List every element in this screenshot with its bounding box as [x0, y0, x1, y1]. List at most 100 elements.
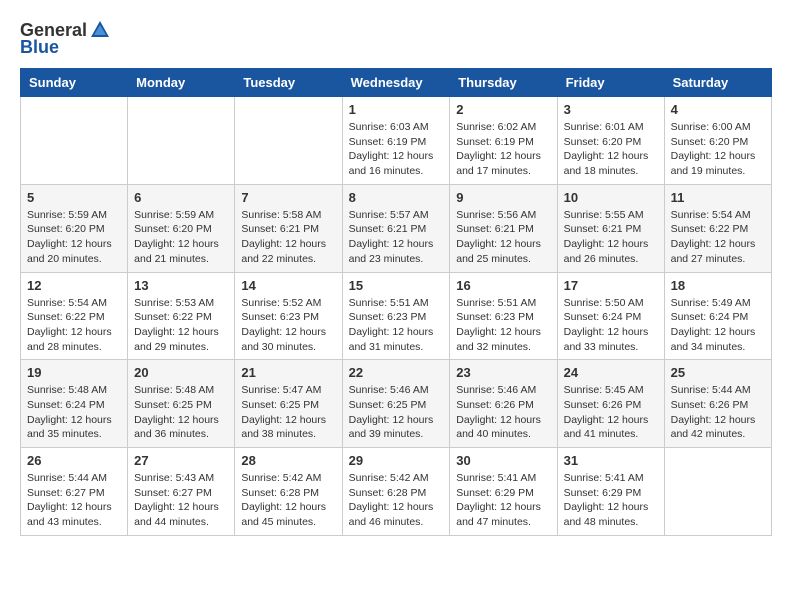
daylight-text: Daylight: 12 hours and 42 minutes. [671, 414, 756, 441]
day-number: 14 [241, 278, 335, 293]
sunset-text: Sunset: 6:19 PM [456, 136, 534, 148]
sunrise-text: Sunrise: 5:42 AM [241, 472, 321, 484]
sunset-text: Sunset: 6:21 PM [349, 223, 427, 235]
daylight-text: Daylight: 12 hours and 48 minutes. [564, 501, 649, 528]
sunrise-text: Sunrise: 6:03 AM [349, 121, 429, 133]
calendar-cell: 6 Sunrise: 5:59 AM Sunset: 6:20 PM Dayli… [128, 184, 235, 272]
sunset-text: Sunset: 6:23 PM [456, 311, 534, 323]
calendar-week-row: 1 Sunrise: 6:03 AM Sunset: 6:19 PM Dayli… [21, 97, 772, 185]
sunset-text: Sunset: 6:20 PM [134, 223, 212, 235]
sunset-text: Sunset: 6:25 PM [241, 399, 319, 411]
day-info: Sunrise: 5:46 AM Sunset: 6:26 PM Dayligh… [456, 383, 550, 442]
calendar-cell: 14 Sunrise: 5:52 AM Sunset: 6:23 PM Dayl… [235, 272, 342, 360]
sunrise-text: Sunrise: 5:47 AM [241, 384, 321, 396]
calendar-cell: 29 Sunrise: 5:42 AM Sunset: 6:28 PM Dayl… [342, 448, 450, 536]
day-info: Sunrise: 5:44 AM Sunset: 6:26 PM Dayligh… [671, 383, 765, 442]
daylight-text: Daylight: 12 hours and 38 minutes. [241, 414, 326, 441]
sunset-text: Sunset: 6:27 PM [27, 487, 105, 499]
calendar-week-row: 26 Sunrise: 5:44 AM Sunset: 6:27 PM Dayl… [21, 448, 772, 536]
calendar-cell: 1 Sunrise: 6:03 AM Sunset: 6:19 PM Dayli… [342, 97, 450, 185]
sunset-text: Sunset: 6:28 PM [241, 487, 319, 499]
calendar-cell: 30 Sunrise: 5:41 AM Sunset: 6:29 PM Dayl… [450, 448, 557, 536]
sunset-text: Sunset: 6:26 PM [564, 399, 642, 411]
sunrise-text: Sunrise: 5:43 AM [134, 472, 214, 484]
sunrise-text: Sunrise: 5:41 AM [564, 472, 644, 484]
day-info: Sunrise: 5:47 AM Sunset: 6:25 PM Dayligh… [241, 383, 335, 442]
day-info: Sunrise: 5:50 AM Sunset: 6:24 PM Dayligh… [564, 296, 658, 355]
calendar-cell: 3 Sunrise: 6:01 AM Sunset: 6:20 PM Dayli… [557, 97, 664, 185]
calendar-cell: 4 Sunrise: 6:00 AM Sunset: 6:20 PM Dayli… [664, 97, 771, 185]
calendar-cell [664, 448, 771, 536]
day-info: Sunrise: 5:56 AM Sunset: 6:21 PM Dayligh… [456, 208, 550, 267]
column-header-sunday: Sunday [21, 69, 128, 97]
daylight-text: Daylight: 12 hours and 40 minutes. [456, 414, 541, 441]
daylight-text: Daylight: 12 hours and 16 minutes. [349, 150, 434, 177]
sunset-text: Sunset: 6:24 PM [564, 311, 642, 323]
day-number: 24 [564, 365, 658, 380]
sunset-text: Sunset: 6:29 PM [456, 487, 534, 499]
day-number: 31 [564, 453, 658, 468]
column-header-friday: Friday [557, 69, 664, 97]
sunset-text: Sunset: 6:26 PM [671, 399, 749, 411]
daylight-text: Daylight: 12 hours and 28 minutes. [27, 326, 112, 353]
sunset-text: Sunset: 6:28 PM [349, 487, 427, 499]
day-info: Sunrise: 6:02 AM Sunset: 6:19 PM Dayligh… [456, 120, 550, 179]
day-info: Sunrise: 5:57 AM Sunset: 6:21 PM Dayligh… [349, 208, 444, 267]
column-header-tuesday: Tuesday [235, 69, 342, 97]
sunrise-text: Sunrise: 6:02 AM [456, 121, 536, 133]
day-info: Sunrise: 5:55 AM Sunset: 6:21 PM Dayligh… [564, 208, 658, 267]
calendar-cell [235, 97, 342, 185]
calendar-cell: 7 Sunrise: 5:58 AM Sunset: 6:21 PM Dayli… [235, 184, 342, 272]
day-info: Sunrise: 5:45 AM Sunset: 6:26 PM Dayligh… [564, 383, 658, 442]
daylight-text: Daylight: 12 hours and 34 minutes. [671, 326, 756, 353]
calendar-header-row: SundayMondayTuesdayWednesdayThursdayFrid… [21, 69, 772, 97]
day-number: 15 [349, 278, 444, 293]
sunrise-text: Sunrise: 6:00 AM [671, 121, 751, 133]
daylight-text: Daylight: 12 hours and 32 minutes. [456, 326, 541, 353]
sunrise-text: Sunrise: 5:54 AM [671, 209, 751, 221]
day-info: Sunrise: 5:53 AM Sunset: 6:22 PM Dayligh… [134, 296, 228, 355]
column-header-monday: Monday [128, 69, 235, 97]
daylight-text: Daylight: 12 hours and 35 minutes. [27, 414, 112, 441]
day-number: 27 [134, 453, 228, 468]
logo-icon [89, 19, 111, 41]
day-info: Sunrise: 6:00 AM Sunset: 6:20 PM Dayligh… [671, 120, 765, 179]
daylight-text: Daylight: 12 hours and 21 minutes. [134, 238, 219, 265]
sunset-text: Sunset: 6:20 PM [27, 223, 105, 235]
sunrise-text: Sunrise: 5:53 AM [134, 297, 214, 309]
calendar-cell: 23 Sunrise: 5:46 AM Sunset: 6:26 PM Dayl… [450, 360, 557, 448]
day-number: 2 [456, 102, 550, 117]
sunrise-text: Sunrise: 5:46 AM [349, 384, 429, 396]
day-number: 8 [349, 190, 444, 205]
daylight-text: Daylight: 12 hours and 23 minutes. [349, 238, 434, 265]
day-number: 1 [349, 102, 444, 117]
calendar-cell: 11 Sunrise: 5:54 AM Sunset: 6:22 PM Dayl… [664, 184, 771, 272]
day-info: Sunrise: 5:59 AM Sunset: 6:20 PM Dayligh… [27, 208, 121, 267]
sunrise-text: Sunrise: 5:51 AM [349, 297, 429, 309]
day-info: Sunrise: 5:48 AM Sunset: 6:25 PM Dayligh… [134, 383, 228, 442]
sunrise-text: Sunrise: 5:42 AM [349, 472, 429, 484]
day-number: 30 [456, 453, 550, 468]
day-number: 29 [349, 453, 444, 468]
daylight-text: Daylight: 12 hours and 31 minutes. [349, 326, 434, 353]
day-info: Sunrise: 5:42 AM Sunset: 6:28 PM Dayligh… [241, 471, 335, 530]
logo-blue-text: Blue [20, 37, 59, 58]
sunset-text: Sunset: 6:25 PM [349, 399, 427, 411]
daylight-text: Daylight: 12 hours and 44 minutes. [134, 501, 219, 528]
daylight-text: Daylight: 12 hours and 30 minutes. [241, 326, 326, 353]
day-number: 19 [27, 365, 121, 380]
day-number: 5 [27, 190, 121, 205]
sunrise-text: Sunrise: 5:56 AM [456, 209, 536, 221]
sunrise-text: Sunrise: 5:45 AM [564, 384, 644, 396]
daylight-text: Daylight: 12 hours and 36 minutes. [134, 414, 219, 441]
day-number: 22 [349, 365, 444, 380]
sunset-text: Sunset: 6:22 PM [27, 311, 105, 323]
day-number: 12 [27, 278, 121, 293]
day-info: Sunrise: 5:44 AM Sunset: 6:27 PM Dayligh… [27, 471, 121, 530]
daylight-text: Daylight: 12 hours and 47 minutes. [456, 501, 541, 528]
sunrise-text: Sunrise: 5:48 AM [27, 384, 107, 396]
logo: General Blue [20, 20, 111, 58]
calendar-cell: 31 Sunrise: 5:41 AM Sunset: 6:29 PM Dayl… [557, 448, 664, 536]
sunrise-text: Sunrise: 5:49 AM [671, 297, 751, 309]
daylight-text: Daylight: 12 hours and 46 minutes. [349, 501, 434, 528]
